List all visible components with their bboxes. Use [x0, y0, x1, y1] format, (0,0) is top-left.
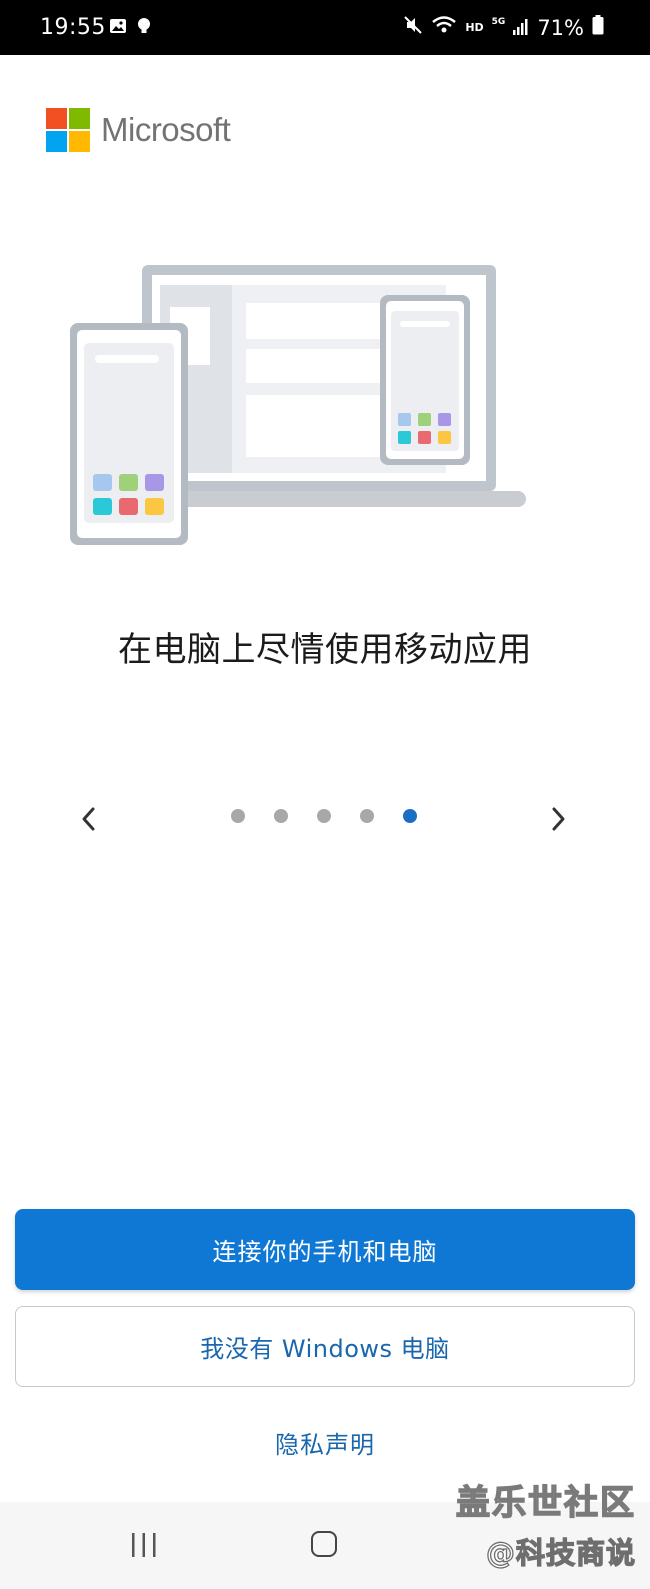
- previous-button[interactable]: [73, 803, 105, 835]
- home-icon[interactable]: [311, 1531, 337, 1557]
- battery-icon: [592, 15, 604, 40]
- mute-icon: [403, 15, 423, 40]
- page-dot[interactable]: [360, 809, 374, 823]
- connect-phone-pc-button[interactable]: 连接你的手机和电脑: [15, 1209, 635, 1290]
- page-dot[interactable]: [317, 809, 331, 823]
- phone-and-pc-illustration: [60, 255, 540, 559]
- privacy-statement-link[interactable]: 隐私声明: [0, 1425, 650, 1460]
- status-indicators: HD 5G 71%: [403, 15, 604, 40]
- brand-name: Microsoft: [101, 111, 231, 148]
- page-dot[interactable]: [231, 809, 245, 823]
- lightbulb-icon: [137, 17, 151, 40]
- no-windows-pc-button[interactable]: 我没有 Windows 电脑: [15, 1306, 635, 1387]
- next-button[interactable]: [542, 803, 574, 835]
- page-dot[interactable]: [274, 809, 288, 823]
- gallery-icon: [109, 17, 127, 40]
- wifi-icon: [431, 15, 457, 40]
- status-time: 19:55: [40, 15, 106, 40]
- microsoft-logo-icon: [46, 108, 90, 152]
- network-label: 5G: [491, 16, 506, 27]
- page-indicator: [231, 809, 417, 823]
- status-notification-icons: [109, 17, 151, 40]
- microsoft-logo: Microsoft: [46, 108, 231, 152]
- chevron-right-icon: [552, 807, 565, 831]
- recent-apps-icon[interactable]: [130, 1532, 158, 1562]
- signal-icon: [513, 16, 529, 40]
- page-title: 在电脑上尽情使用移动应用: [118, 630, 532, 670]
- page-dot-active[interactable]: [403, 809, 417, 823]
- hd-label: HD: [465, 21, 484, 34]
- battery-percent: 71%: [537, 15, 584, 40]
- status-bar: 19:55 HD 5G 71%: [0, 0, 650, 55]
- chevron-left-icon: [82, 807, 95, 831]
- watermark-community: 盖乐世社区: [455, 1482, 636, 1524]
- watermark-author: @科技商说: [485, 1535, 636, 1570]
